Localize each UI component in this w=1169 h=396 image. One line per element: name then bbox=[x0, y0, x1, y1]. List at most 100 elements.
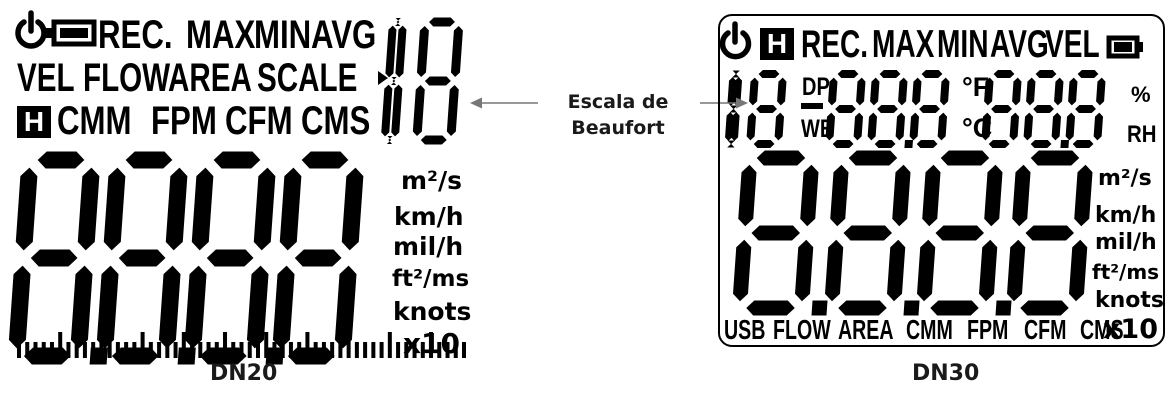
unit-ft2ms: ft²/ms bbox=[1092, 260, 1160, 284]
beaufort-digit bbox=[381, 18, 407, 144]
flow-label: FLOW bbox=[83, 56, 171, 100]
wb-label: WB bbox=[801, 115, 835, 143]
bargraph-tick bbox=[206, 342, 211, 358]
bargraph-tick bbox=[82, 342, 87, 358]
callout-line-1: Escala de bbox=[567, 91, 669, 113]
bargraph-tick bbox=[231, 342, 236, 358]
bargraph-tick bbox=[58, 332, 63, 358]
bargraph-tick bbox=[25, 342, 30, 358]
bargraph-tick bbox=[255, 342, 260, 358]
bargraph-tick bbox=[264, 332, 269, 358]
max-label: MAX bbox=[186, 13, 256, 57]
bargraph-tick bbox=[272, 342, 277, 358]
unit-milh: mil/h bbox=[393, 232, 464, 261]
rec-label: REC. bbox=[801, 23, 869, 66]
dn20-caption: DN20 bbox=[210, 361, 278, 386]
vel-label: VEL bbox=[1045, 23, 1100, 66]
bargraph-tick bbox=[387, 332, 392, 358]
bargraph-tick bbox=[247, 342, 252, 358]
dp-label: DP bbox=[802, 73, 830, 101]
power-icon bbox=[15, 10, 47, 49]
unit-knots: knots bbox=[393, 297, 472, 326]
bargraph-tick bbox=[173, 342, 178, 358]
bargraph-tick bbox=[363, 342, 368, 358]
bargraph-tick bbox=[41, 342, 46, 358]
bargraph-tick bbox=[288, 342, 293, 358]
bargraph-tick bbox=[321, 342, 326, 358]
unit-kmh: km/h bbox=[394, 202, 464, 231]
cmm-label: CMM bbox=[57, 99, 132, 143]
unit-ft2ms: ft²/ms bbox=[392, 266, 470, 292]
bargraph-tick bbox=[313, 342, 318, 358]
bargraph-tick bbox=[280, 342, 285, 358]
unit-kmh: km/h bbox=[1095, 203, 1157, 228]
cfm-label: CFM bbox=[225, 99, 293, 143]
bargraph-tick bbox=[115, 342, 120, 358]
bargraph-tick bbox=[107, 342, 112, 358]
bargraph-tick bbox=[338, 342, 343, 358]
min-label: MIN bbox=[937, 23, 989, 66]
bargraph-tick bbox=[346, 332, 351, 358]
arrow-left-icon bbox=[470, 97, 538, 109]
bargraph-tick bbox=[223, 332, 228, 358]
bargraph-tick bbox=[354, 342, 359, 358]
fpm-label: FPM bbox=[151, 99, 217, 143]
bargraph-tick bbox=[396, 342, 401, 358]
scale-label: SCALE bbox=[257, 56, 358, 100]
max-label: MAX bbox=[872, 23, 935, 66]
cmm-label: CMM bbox=[906, 314, 953, 345]
avg-label: AVG bbox=[990, 23, 1049, 66]
degc-label: °C bbox=[962, 113, 993, 143]
bargraph-tick bbox=[91, 342, 96, 358]
cms-label: CMS bbox=[1080, 314, 1124, 345]
dn30-caption: DN30 bbox=[912, 361, 980, 386]
degf-label: °F bbox=[962, 72, 990, 102]
bargraph-tick bbox=[132, 342, 137, 358]
bargraph-tick bbox=[124, 342, 129, 358]
bargraph-tick bbox=[148, 342, 153, 358]
area-label: AREA bbox=[168, 56, 252, 100]
bargraph-tick bbox=[462, 342, 466, 358]
unit-m2s: m²/s bbox=[401, 166, 463, 195]
bargraph-tick bbox=[190, 342, 195, 358]
bargraph-tick bbox=[371, 342, 376, 358]
bargraph-tick bbox=[379, 342, 384, 358]
bargraph-tick bbox=[33, 342, 38, 358]
unit-x10: x10 bbox=[403, 327, 461, 360]
bargraph-tick bbox=[181, 332, 186, 358]
bargraph-tick bbox=[297, 342, 302, 358]
bargraph-tick bbox=[330, 342, 335, 358]
percent-label: % bbox=[1131, 82, 1151, 107]
unit-m2s: m²/s bbox=[1098, 166, 1152, 191]
bargraph-tick bbox=[214, 342, 219, 358]
min-label: MIN bbox=[254, 13, 312, 57]
hold-icon: H bbox=[760, 28, 794, 60]
cfm-label: CFM bbox=[1024, 314, 1067, 345]
unit-milh: mil/h bbox=[1095, 230, 1157, 255]
bargraph-tick bbox=[99, 332, 104, 358]
vel-label: VEL bbox=[17, 56, 75, 100]
rec-label: REC. bbox=[98, 13, 173, 57]
cms-label: CMS bbox=[301, 99, 371, 143]
bargraph-tick bbox=[305, 332, 310, 358]
beaufort-scale-callout: Escala de Beaufort bbox=[538, 90, 698, 141]
flow-label: FLOW bbox=[773, 314, 831, 345]
avg-label: AVG bbox=[311, 13, 377, 57]
bargraph-tick bbox=[157, 342, 162, 358]
battery-icon bbox=[46, 19, 97, 47]
bargraph-tick bbox=[165, 342, 170, 358]
usb-label: USB bbox=[724, 314, 766, 345]
fpm-label: FPM bbox=[967, 314, 1009, 345]
bargraph-tick bbox=[49, 342, 54, 358]
hold-icon: H bbox=[17, 106, 51, 138]
main-digit bbox=[272, 151, 364, 365]
unit-knots: knots bbox=[1095, 288, 1165, 313]
bargraph-tick bbox=[140, 332, 145, 358]
bargraph-tick bbox=[74, 342, 79, 358]
bargraph-tick bbox=[66, 342, 71, 358]
area-label: AREA bbox=[838, 314, 894, 345]
bargraph-tick bbox=[239, 342, 244, 358]
bargraph-tick bbox=[198, 342, 203, 358]
bargraph-tick bbox=[17, 332, 21, 358]
beaufort-digit bbox=[412, 17, 463, 145]
